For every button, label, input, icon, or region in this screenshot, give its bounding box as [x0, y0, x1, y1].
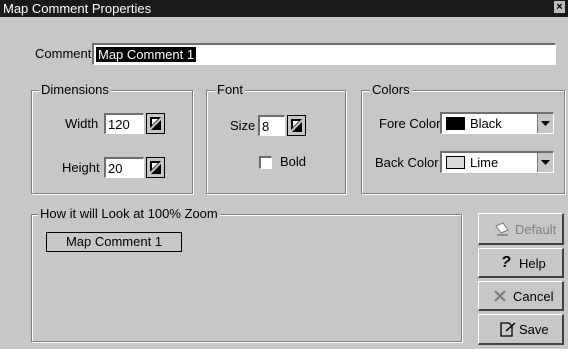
back-color-select[interactable]: Lime	[440, 151, 554, 173]
back-color-label: Back Color	[375, 155, 439, 170]
height-value: 20	[108, 161, 123, 176]
back-color-swatch	[446, 156, 465, 169]
fore-color-swatch	[446, 117, 465, 130]
spinner-arrows-icon	[291, 119, 302, 132]
chevron-down-icon	[541, 160, 550, 165]
font-group	[206, 90, 346, 194]
width-value: 120	[108, 117, 130, 132]
back-color-value: Lime	[470, 155, 499, 170]
size-spinner[interactable]	[287, 115, 306, 136]
width-input[interactable]: 120	[104, 113, 144, 134]
comment-value: Map Comment 1	[96, 47, 197, 62]
font-group-label: Font	[215, 82, 246, 97]
cancel-button[interactable]: Cancel	[478, 281, 564, 311]
save-button[interactable]: Save	[478, 314, 564, 345]
help-button[interactable]: ? Help	[478, 248, 564, 278]
cancel-x-icon	[494, 290, 506, 302]
size-input[interactable]: 8	[258, 115, 285, 136]
comment-label: Comment	[35, 46, 92, 61]
bold-label: Bold	[280, 154, 307, 169]
height-spinner[interactable]	[146, 157, 165, 178]
chevron-down-icon	[541, 121, 550, 126]
close-icon[interactable]: ×	[554, 1, 565, 13]
size-value: 8	[262, 119, 270, 134]
width-spinner[interactable]	[146, 113, 165, 134]
window-title: Map Comment Properties	[3, 1, 152, 16]
fore-color-value: Black	[470, 116, 502, 131]
spinner-arrows-icon	[150, 161, 161, 174]
save-button-label: Save	[519, 322, 549, 337]
comment-input[interactable]: Map Comment 1	[92, 43, 556, 65]
default-icon	[495, 222, 509, 236]
dialog-window: Map Comment Properties × Comment Map Com…	[0, 0, 568, 349]
cancel-button-label: Cancel	[513, 289, 554, 304]
preview-group-label: How it will Look at 100% Zoom	[38, 206, 220, 221]
back-color-dropdown-button[interactable]	[537, 153, 553, 172]
default-button-label: Default	[515, 222, 557, 237]
preview-sample: Map Comment 1	[46, 232, 182, 252]
fore-color-dropdown-button[interactable]	[537, 114, 553, 133]
fore-color-label: Fore Color	[379, 116, 441, 131]
colors-group-label: Colors	[370, 82, 412, 97]
dimensions-group-label: Dimensions	[39, 82, 111, 97]
height-input[interactable]: 20	[104, 157, 144, 178]
width-label: Width	[65, 116, 99, 131]
bold-checkbox[interactable]	[259, 156, 272, 169]
size-label: Size	[230, 118, 256, 133]
dimensions-group	[31, 90, 193, 194]
default-button[interactable]: Default	[478, 213, 564, 245]
title-bar[interactable]: Map Comment Properties ×	[0, 0, 568, 17]
spinner-arrows-icon	[150, 117, 161, 130]
fore-color-select[interactable]: Black	[440, 112, 554, 134]
colors-group	[361, 90, 565, 194]
help-button-label: Help	[519, 256, 546, 271]
question-mark-icon: ?	[501, 254, 511, 271]
save-icon	[500, 322, 516, 337]
height-label: Height	[62, 160, 100, 175]
